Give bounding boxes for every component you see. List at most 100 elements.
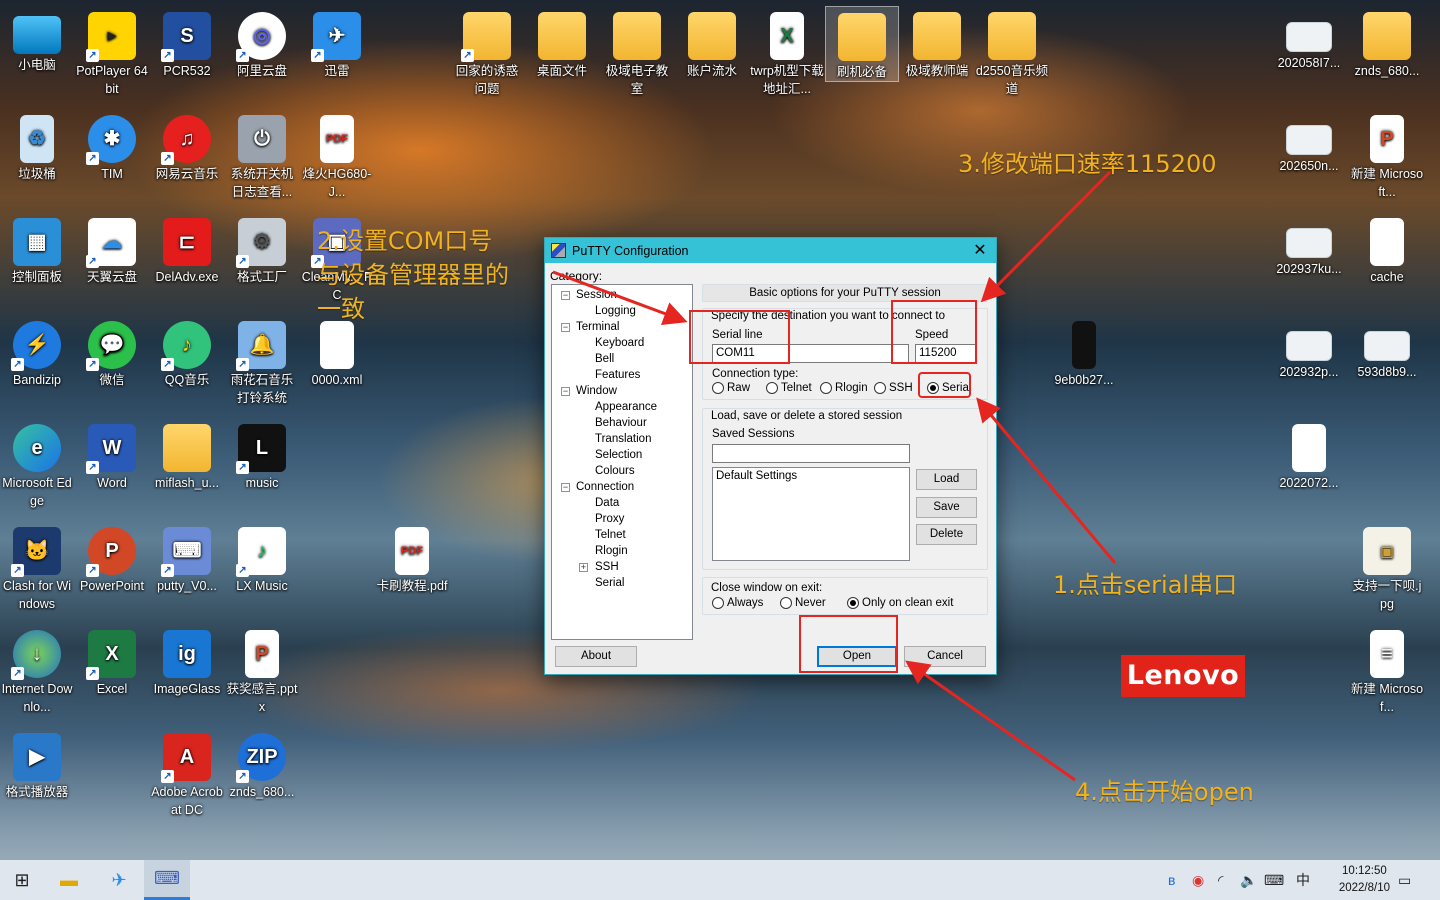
desktop-icon-deladv[interactable]: ⊏ DelAdv.exe xyxy=(150,212,224,286)
radio-close-1[interactable]: Never xyxy=(780,597,826,609)
desktop-icon-shutdown-log[interactable]: ⏻ 系统开关机日志查看... xyxy=(225,109,299,201)
session-list[interactable]: Default Settings xyxy=(712,467,910,561)
desktop-icon-hg680-pdf[interactable]: PDF 烽火HG680-J... xyxy=(300,109,374,201)
desktop-icon-flash-guide-pdf[interactable]: PDF 卡刷教程.pdf xyxy=(375,521,449,595)
delete-button[interactable]: Delete xyxy=(916,524,977,545)
desktop-file-r2[interactable]: 202650n... xyxy=(1272,109,1346,175)
tree-item-rlogin[interactable]: Rlogin xyxy=(595,544,628,559)
tree-item-selection[interactable]: Selection xyxy=(595,448,642,463)
desktop-icon-imageglass[interactable]: ig ImageGlass xyxy=(150,624,224,698)
keyboard-icon[interactable]: ⌨ xyxy=(1264,860,1284,900)
tree-item-appearance[interactable]: Appearance xyxy=(595,400,657,415)
desktop-folder-1[interactable]: 回家的诱惑问题 xyxy=(450,6,524,98)
desktop-icon-pcr532[interactable]: SPCR532 xyxy=(150,6,224,80)
desktop-folder-2[interactable]: 桌面文件 xyxy=(525,6,599,80)
tree-item-session[interactable]: Session xyxy=(576,288,617,303)
desktop-folder-6[interactable]: 刷机必备 xyxy=(825,6,899,82)
tree-expand-icon[interactable]: − xyxy=(561,323,570,332)
desktop-icon-edge[interactable]: e Microsoft Edge xyxy=(0,418,74,510)
radio-indicator[interactable] xyxy=(712,597,724,609)
about-button[interactable]: About xyxy=(555,646,637,667)
radio-indicator[interactable] xyxy=(874,382,886,394)
desktop-icon-clash[interactable]: 🐱Clash for Windows xyxy=(0,521,74,613)
tree-item-features[interactable]: Features xyxy=(595,368,640,383)
desktop-icon-music[interactable]: Lmusic xyxy=(225,418,299,492)
desktop-icon-format-factory[interactable]: ⚙格式工厂 xyxy=(225,212,299,286)
tree-expand-icon[interactable]: − xyxy=(561,387,570,396)
tree-item-telnet[interactable]: Telnet xyxy=(595,528,626,543)
tree-item-serial[interactable]: Serial xyxy=(595,576,624,591)
desktop-file-support-jpg[interactable]: ▣ 支持一下呗.jpg xyxy=(1350,521,1424,613)
tree-expand-icon[interactable]: − xyxy=(561,291,570,300)
radio-indicator[interactable] xyxy=(766,382,778,394)
desktop-icon-putty[interactable]: ⌨putty_V0... xyxy=(150,521,224,595)
category-tree[interactable]: − Session Logging − Terminal Keyboard Bell Feat… xyxy=(551,284,693,640)
taskbar-putty[interactable]: ⌨ xyxy=(144,860,190,900)
desktop-icon-netease-music[interactable]: ♫网易云音乐 xyxy=(150,109,224,183)
desktop-folder-8[interactable]: d2550音乐频道 xyxy=(975,6,1049,98)
tray-app-icon[interactable]: ◉ xyxy=(1192,860,1204,900)
desktop-icon-this-pc[interactable]: 小电脑 xyxy=(0,6,74,74)
desktop-folder-4[interactable]: 账户流水 xyxy=(675,6,749,80)
tree-item-terminal[interactable]: Terminal xyxy=(576,320,619,335)
desktop-file-r1[interactable]: 202058I7... xyxy=(1272,6,1346,72)
tree-item-translation[interactable]: Translation xyxy=(595,432,651,447)
volume-icon[interactable]: 🔈 xyxy=(1240,860,1257,900)
tree-item-window[interactable]: Window xyxy=(576,384,617,399)
desktop-folder-7[interactable]: 极域教师端 xyxy=(900,6,974,80)
desktop-icon-acrobat[interactable]: AAdobe Acrobat DC xyxy=(150,727,224,819)
desktop-folder-znds[interactable]: znds_680... xyxy=(1350,6,1424,80)
desktop-icon-powerpoint[interactable]: PPowerPoint xyxy=(75,521,149,595)
desktop-icon-word[interactable]: WWord xyxy=(75,418,149,492)
desktop-icon-0000-xml[interactable]: 0000.xml xyxy=(300,315,374,389)
desktop-icon-idm[interactable]: ↓Internet Downlo... xyxy=(0,624,74,716)
desktop-icon-award-pptx[interactable]: P 获奖感言.pptx xyxy=(225,624,299,716)
radio-telnet[interactable]: Telnet xyxy=(766,382,812,394)
tree-item-proxy[interactable]: Proxy xyxy=(595,512,624,527)
radio-ssh[interactable]: SSH xyxy=(874,382,913,394)
wifi-icon[interactable]: ◜ xyxy=(1218,860,1223,900)
radio-indicator[interactable] xyxy=(780,597,792,609)
radio-close-0[interactable]: Always xyxy=(712,597,763,609)
desktop-icon-xunlei[interactable]: ✈迅雷 xyxy=(300,6,374,80)
desktop-icon-bandizip[interactable]: ⚡Bandizip xyxy=(0,315,74,389)
tree-item-colours[interactable]: Colours xyxy=(595,464,635,479)
desktop-folder-3[interactable]: 极域电子教室 xyxy=(600,6,674,98)
desktop-file-r4[interactable]: 202932p... xyxy=(1272,315,1346,381)
radio-indicator[interactable] xyxy=(712,382,724,394)
desktop-icon-control-panel[interactable]: ▦ 控制面板 xyxy=(0,212,74,286)
desktop-icon-potplayer[interactable]: ▶PotPlayer 64 bit xyxy=(75,6,149,98)
desktop-file-r3[interactable]: 202937ku... xyxy=(1272,212,1346,278)
desktop-file-r5[interactable]: 2022072... xyxy=(1272,418,1346,492)
notification-icon[interactable]: ▭ xyxy=(1398,860,1411,900)
tree-expand-icon[interactable]: + xyxy=(579,563,588,572)
desktop-icon-bell-system[interactable]: 🔔雨花石音乐打铃系统 xyxy=(225,315,299,407)
tree-item-ssh[interactable]: SSH xyxy=(595,560,619,575)
bluetooth-icon[interactable]: ʙ xyxy=(1168,860,1175,900)
desktop-icon-excel[interactable]: XExcel xyxy=(75,624,149,698)
cancel-button[interactable]: Cancel xyxy=(904,646,986,667)
desktop-icon-qq-music[interactable]: ♪QQ音乐 xyxy=(150,315,224,389)
ime-indicator[interactable]: 中 xyxy=(1296,860,1310,900)
close-icon[interactable]: ✕ xyxy=(964,238,996,263)
desktop-icon-format-player[interactable]: ▶ 格式播放器 xyxy=(0,727,74,801)
tree-item-behaviour[interactable]: Behaviour xyxy=(595,416,647,431)
putty-titlebar[interactable]: PuTTY Configuration ✕ xyxy=(545,238,996,263)
desktop-icon-tim[interactable]: ✱TIM xyxy=(75,109,149,183)
start-button[interactable]: ⊞ xyxy=(0,860,44,900)
tree-item-bell[interactable]: Bell xyxy=(595,352,614,367)
radio-rlogin[interactable]: Rlogin xyxy=(820,382,868,394)
radio-indicator[interactable] xyxy=(820,382,832,394)
taskbar-file-explorer[interactable]: ▬ xyxy=(44,860,94,900)
tree-expand-icon[interactable]: − xyxy=(561,483,570,492)
save-button[interactable]: Save xyxy=(916,497,977,518)
radio-indicator[interactable] xyxy=(847,597,859,609)
desktop-file-new-pptx[interactable]: P 新建 Microsoft... xyxy=(1350,109,1424,201)
desktop-icon-lx-music[interactable]: ♪LX Music xyxy=(225,521,299,595)
desktop-icon-znds-zip[interactable]: ZIPznds_680... xyxy=(225,727,299,801)
desktop-icon-wechat[interactable]: 💬微信 xyxy=(75,315,149,389)
tree-item-logging[interactable]: Logging xyxy=(595,304,636,319)
desktop-icon-aliyun-drive[interactable]: ◎阿里云盘 xyxy=(225,6,299,80)
desktop-icon-recycle-bin[interactable]: ♻ 垃圾桶 xyxy=(0,109,74,183)
desktop-icon-tianyi-cloud[interactable]: ☁天翼云盘 xyxy=(75,212,149,286)
